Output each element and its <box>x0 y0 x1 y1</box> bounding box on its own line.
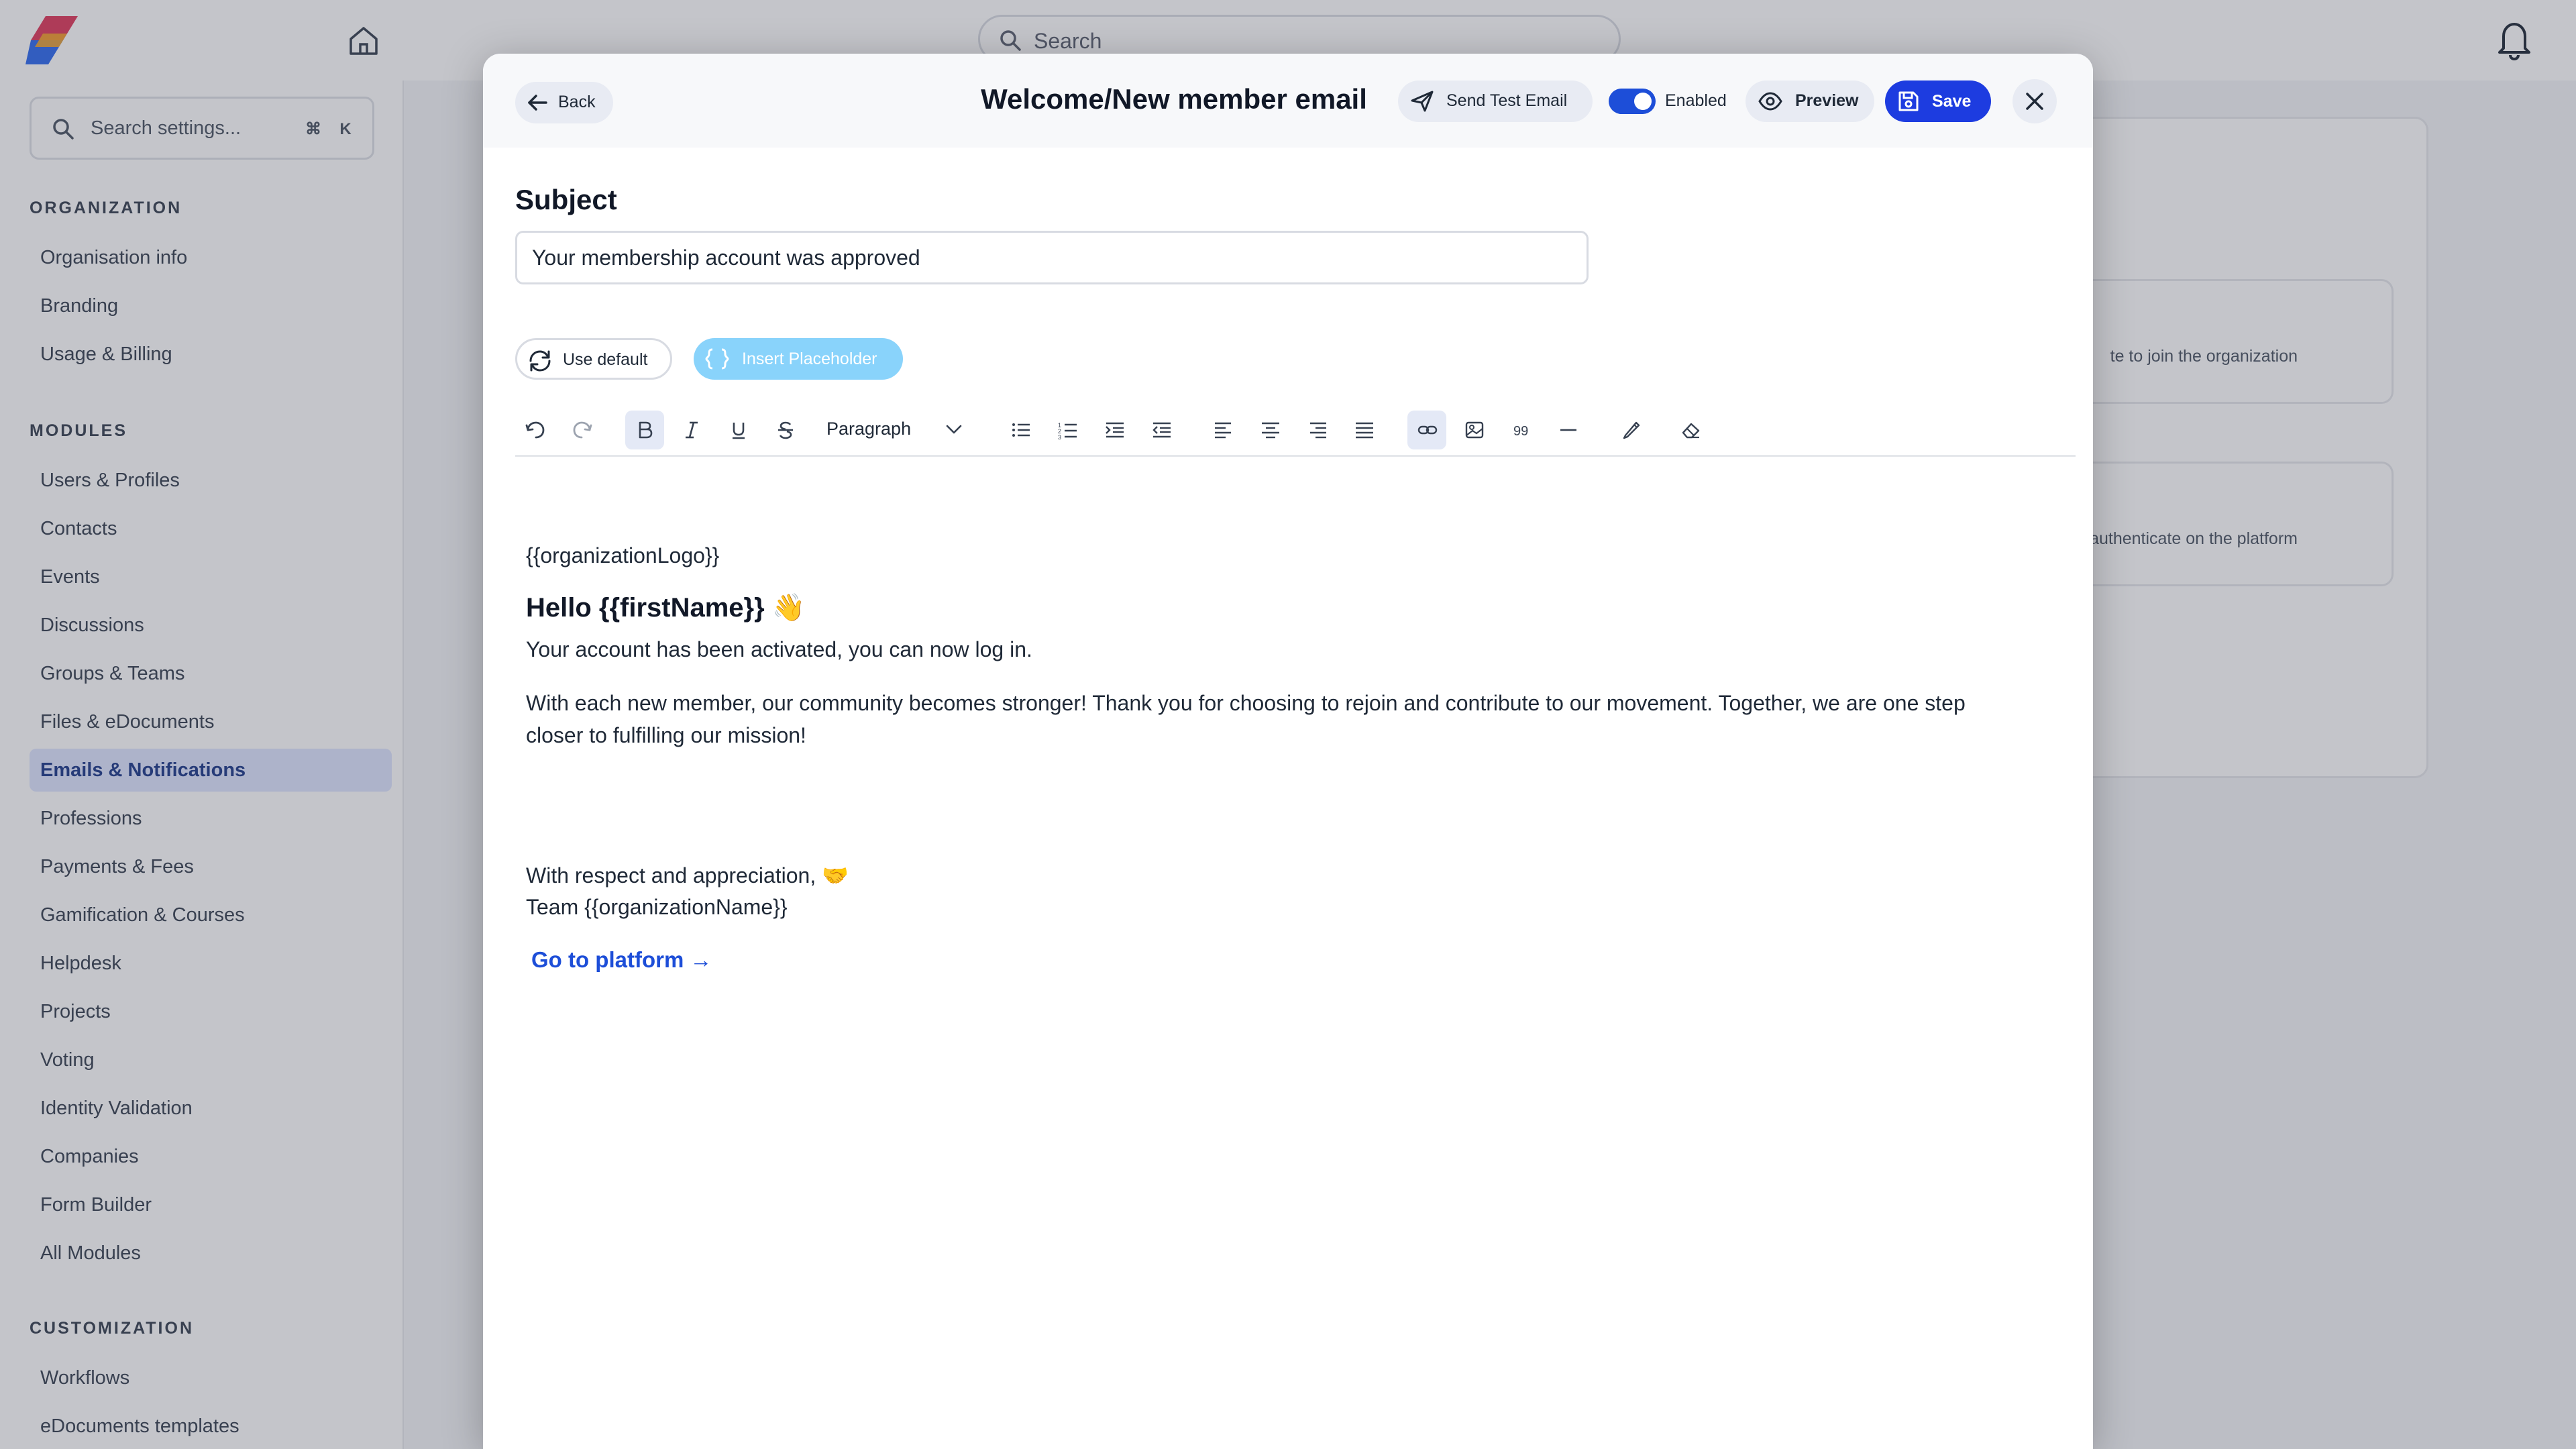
preview-label: Preview <box>1795 91 1859 110</box>
align-center-button[interactable] <box>1250 411 1289 449</box>
activation-line: Your account has been activated, you can… <box>526 637 1032 661</box>
go-to-platform-link[interactable]: Go to platform → <box>531 947 712 973</box>
greeting-heading: Hello {{firstName}} 👋 <box>526 593 806 623</box>
italic-button[interactable] <box>672 411 711 449</box>
preview-button[interactable]: Preview <box>1746 80 1874 122</box>
align-right-button[interactable] <box>1297 411 1336 449</box>
use-default-label: Use default <box>563 350 648 369</box>
bullet-list-button[interactable] <box>1001 411 1040 449</box>
image-button[interactable] <box>1454 411 1493 449</box>
close-icon <box>2024 91 2045 112</box>
eye-icon <box>1758 90 1783 113</box>
send-icon <box>1410 90 1434 113</box>
highlight-pen-button[interactable] <box>1611 411 1650 449</box>
clear-format-eraser-button[interactable] <box>1670 411 1709 449</box>
use-default-button[interactable]: Use default <box>515 338 672 380</box>
indent-button[interactable] <box>1095 411 1134 449</box>
send-test-label: Send Test Email <box>1446 91 1568 110</box>
email-template-modal: Back Welcome/New member email Send Test … <box>483 54 2093 1449</box>
align-justify-button[interactable] <box>1344 411 1383 449</box>
arrow-left-icon <box>526 91 549 114</box>
underline-button[interactable] <box>719 411 758 449</box>
svg-text:3: 3 <box>1058 434 1061 439</box>
enabled-label: Enabled <box>1665 91 1727 110</box>
subject-input[interactable] <box>515 231 1589 284</box>
outdent-button[interactable] <box>1142 411 1181 449</box>
toggle-knob <box>1634 93 1652 110</box>
subject-label: Subject <box>515 184 617 215</box>
enabled-toggle[interactable] <box>1609 89 1656 114</box>
modal-header: Back Welcome/New member email Send Test … <box>483 54 2093 148</box>
braces-icon <box>704 347 730 370</box>
bold-button[interactable] <box>625 411 664 449</box>
close-button[interactable] <box>2012 79 2057 123</box>
refresh-icon <box>527 348 553 374</box>
quote-glyph: 99 <box>1513 424 1528 439</box>
insert-placeholder-label: Insert Placeholder <box>742 350 877 368</box>
save-icon <box>1897 90 1920 113</box>
numbered-list-button[interactable]: 123 <box>1048 411 1087 449</box>
send-test-email-button[interactable]: Send Test Email <box>1398 80 1593 122</box>
redo-button[interactable] <box>562 411 601 449</box>
blockquote-button[interactable]: 99 <box>1501 411 1540 449</box>
chevron-down-icon <box>945 421 963 437</box>
insert-placeholder-button[interactable]: Insert Placeholder <box>694 338 903 380</box>
community-paragraph-line1: With each new member, our community beco… <box>526 691 1966 715</box>
signature-line: Team {{organizationName}} <box>526 895 788 919</box>
closing-line: With respect and appreciation, 🤝 <box>526 863 849 888</box>
save-label: Save <box>1932 92 1972 111</box>
logo-placeholder-text: {{organizationLogo}} <box>526 543 720 568</box>
community-paragraph-line2: closer to fulfilling our mission! <box>526 723 806 747</box>
paragraph-style-select[interactable]: Paragraph <box>826 419 911 439</box>
save-button[interactable]: Save <box>1885 80 1991 122</box>
back-button[interactable]: Back <box>515 82 613 123</box>
editor-toolbar: Paragraph 123 99 <box>515 407 2076 457</box>
undo-button[interactable] <box>515 411 554 449</box>
align-left-button[interactable] <box>1203 411 1242 449</box>
back-label: Back <box>558 93 596 111</box>
horizontal-rule-button[interactable] <box>1548 411 1587 449</box>
strikethrough-button[interactable] <box>766 411 805 449</box>
link-button[interactable] <box>1407 411 1446 449</box>
